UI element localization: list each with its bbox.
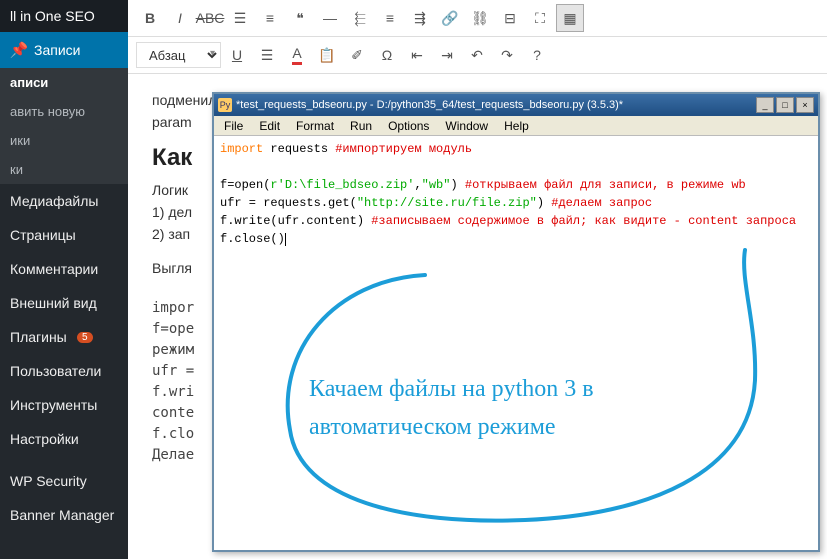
more-button[interactable]: ⊟ <box>496 4 524 32</box>
python-icon: Py <box>218 98 232 112</box>
submenu-item-add-new[interactable]: авить новую <box>0 97 128 126</box>
editor-toolbar-row2: Абзац U ☰ A 📋 ✐ Ω ⇤ ⇥ ↶ ↷ ? <box>128 37 827 74</box>
menu-run[interactable]: Run <box>342 117 380 135</box>
wp-admin-sidebar: ll in One SEO 📌 Записи аписи авить новую… <box>0 0 128 559</box>
ol-button[interactable]: ≡ <box>256 4 284 32</box>
link-button[interactable]: 🔗 <box>436 4 464 32</box>
outdent-button[interactable]: ⇤ <box>403 41 431 69</box>
format-select[interactable]: Абзац <box>136 42 221 68</box>
sidebar-item-plugins[interactable]: Плагины5 <box>0 320 128 354</box>
undo-button[interactable]: ↶ <box>463 41 491 69</box>
editor-toolbar-row1: B I ABC ☰ ≡ ❝ — ⬱ ≡ ⇶ 🔗 ⛓ ⊟ ⛶ ▦ <box>128 0 827 37</box>
sidebar-submenu: аписи авить новую ики ки <box>0 68 128 184</box>
justify-button[interactable]: ☰ <box>253 41 281 69</box>
underline-button[interactable]: U <box>223 41 251 69</box>
toolbar-toggle-button[interactable]: ▦ <box>556 4 584 32</box>
sidebar-item-banner-manager[interactable]: Banner Manager <box>0 498 128 532</box>
align-left-button[interactable]: ⬱ <box>346 4 374 32</box>
submenu-item-tags[interactable]: ки <box>0 155 128 184</box>
sidebar-item-posts[interactable]: 📌 Записи <box>0 32 128 68</box>
indent-button[interactable]: ⇥ <box>433 41 461 69</box>
special-char-button[interactable]: Ω <box>373 41 401 69</box>
idle-titlebar[interactable]: Py *test_requests_bdseoru.py - D:/python… <box>214 94 818 116</box>
quote-button[interactable]: ❝ <box>286 4 314 32</box>
sidebar-item-media[interactable]: Медиафайлы <box>0 184 128 218</box>
sidebar-item-tools[interactable]: Инструменты <box>0 388 128 422</box>
text-cursor <box>285 233 286 246</box>
italic-button[interactable]: I <box>166 4 194 32</box>
menu-window[interactable]: Window <box>437 117 496 135</box>
sidebar-item-label: Записи <box>34 42 80 58</box>
sidebar-item-wp-security[interactable]: WP Security <box>0 464 128 498</box>
align-right-button[interactable]: ⇶ <box>406 4 434 32</box>
fullscreen-button[interactable]: ⛶ <box>526 4 554 32</box>
bold-button[interactable]: B <box>136 4 164 32</box>
redo-button[interactable]: ↷ <box>493 41 521 69</box>
pin-icon: 📌 <box>10 41 28 59</box>
idle-window: Py *test_requests_bdseoru.py - D:/python… <box>212 92 820 552</box>
submenu-item-all-posts[interactable]: аписи <box>0 68 128 97</box>
clear-format-button[interactable]: ✐ <box>343 41 371 69</box>
submenu-item-categories[interactable]: ики <box>0 126 128 155</box>
unlink-button[interactable]: ⛓ <box>466 4 494 32</box>
menu-help[interactable]: Help <box>496 117 537 135</box>
align-center-button[interactable]: ≡ <box>376 4 404 32</box>
menu-format[interactable]: Format <box>288 117 342 135</box>
idle-title: *test_requests_bdseoru.py - D:/python35_… <box>236 99 756 111</box>
idle-menubar: File Edit Format Run Options Window Help <box>214 116 818 136</box>
close-button[interactable]: × <box>796 97 814 113</box>
sidebar-brand: ll in One SEO <box>0 0 128 32</box>
sidebar-item-users[interactable]: Пользователи <box>0 354 128 388</box>
hr-button[interactable]: — <box>316 4 344 32</box>
update-badge: 5 <box>77 332 93 343</box>
strikethrough-button[interactable]: ABC <box>196 4 224 32</box>
text-color-button[interactable]: A <box>283 41 311 69</box>
menu-edit[interactable]: Edit <box>251 117 288 135</box>
menu-file[interactable]: File <box>216 117 251 135</box>
sidebar-item-comments[interactable]: Комментарии <box>0 252 128 286</box>
sidebar-item-appearance[interactable]: Внешний вид <box>0 286 128 320</box>
help-button[interactable]: ? <box>523 41 551 69</box>
sidebar-item-settings[interactable]: Настройки <box>0 422 128 456</box>
menu-options[interactable]: Options <box>380 117 437 135</box>
maximize-button[interactable]: □ <box>776 97 794 113</box>
minimize-button[interactable]: _ <box>756 97 774 113</box>
paste-text-button[interactable]: 📋 <box>313 41 341 69</box>
sidebar-item-pages[interactable]: Страницы <box>0 218 128 252</box>
idle-code-area[interactable]: import requests #импортируем модуль f=op… <box>214 136 818 550</box>
ul-button[interactable]: ☰ <box>226 4 254 32</box>
